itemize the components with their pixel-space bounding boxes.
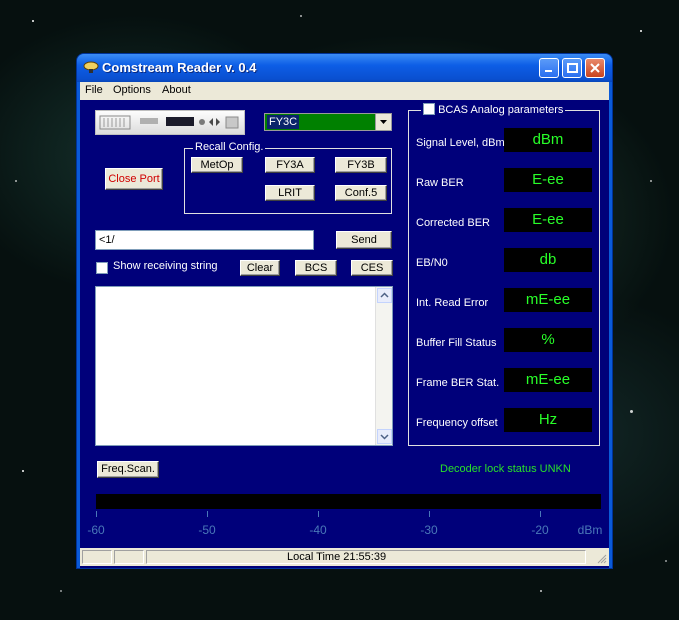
close-icon bbox=[590, 63, 600, 73]
corrected-ber-value: E-ee bbox=[504, 208, 592, 232]
scale-tick bbox=[540, 511, 541, 517]
maximize-button[interactable] bbox=[562, 58, 582, 78]
satellite-select[interactable]: FY3C bbox=[264, 113, 392, 131]
bcas-checkbox[interactable] bbox=[423, 103, 435, 116]
show-receiving-label: Show receiving string bbox=[113, 260, 218, 272]
scale-label-minus20: -20 bbox=[531, 523, 549, 537]
bcs-button[interactable]: BCS bbox=[295, 260, 337, 276]
scale-label-minus50: -50 bbox=[198, 523, 216, 537]
receiver-device-image bbox=[95, 110, 245, 135]
chevron-up-icon bbox=[380, 292, 389, 298]
frame-ber-value: mE-ee bbox=[504, 368, 592, 392]
vertical-scrollbar[interactable] bbox=[375, 287, 392, 445]
recall-fy3a-button[interactable]: FY3A bbox=[265, 157, 315, 173]
show-receiving-checkbox[interactable] bbox=[96, 262, 108, 274]
chevron-down-icon bbox=[380, 434, 389, 440]
buffer-fill-value: % bbox=[504, 328, 592, 352]
recall-config-label: Recall Config. bbox=[193, 141, 266, 153]
maximize-icon bbox=[567, 63, 578, 73]
buffer-fill-label: Buffer Fill Status bbox=[416, 337, 497, 349]
minimize-button[interactable] bbox=[539, 58, 559, 78]
raw-ber-value: E-ee bbox=[504, 168, 592, 192]
ces-button[interactable]: CES bbox=[351, 260, 393, 276]
bcas-label: BCAS Analog parameters bbox=[438, 104, 564, 116]
frequency-offset-value: Hz bbox=[504, 408, 592, 432]
frequency-offset-label: Frequency offset bbox=[416, 417, 498, 429]
scale-label-minus60: -60 bbox=[87, 523, 105, 537]
corrected-ber-label: Corrected BER bbox=[416, 217, 490, 229]
scale-label-minus30: -30 bbox=[420, 523, 438, 537]
receiver-front-panel-icon bbox=[99, 115, 239, 130]
command-input[interactable] bbox=[95, 230, 314, 250]
status-time-panel: Local Time 21:55:39 bbox=[146, 550, 586, 564]
recall-conf5-button[interactable]: Conf.5 bbox=[335, 185, 387, 201]
recall-config-group: Recall Config. MetOp FY3A FY3B LRIT Conf… bbox=[184, 141, 392, 214]
signal-level-bar bbox=[96, 494, 601, 509]
app-window: Comstream Reader v. 0.4 File Options Abo… bbox=[77, 54, 612, 568]
scale-tick bbox=[96, 511, 97, 517]
status-panel bbox=[82, 550, 112, 564]
receive-log-memo[interactable] bbox=[95, 286, 393, 446]
bcas-header: BCAS Analog parameters bbox=[421, 103, 566, 118]
decoder-lock-status: Decoder lock status UNKN bbox=[440, 463, 571, 475]
freq-scan-button[interactable]: Freq.Scan. bbox=[97, 461, 159, 478]
ebn0-value: db bbox=[504, 248, 592, 272]
local-time: Local Time 21:55:39 bbox=[287, 551, 387, 563]
int-read-error-value: mE-ee bbox=[504, 288, 592, 312]
scroll-down-button[interactable] bbox=[377, 429, 392, 444]
recall-fy3b-button[interactable]: FY3B bbox=[335, 157, 387, 173]
int-read-error-label: Int. Read Error bbox=[416, 297, 489, 309]
dropdown-arrow[interactable] bbox=[375, 114, 391, 130]
menu-about[interactable]: About bbox=[162, 84, 191, 96]
bcas-group: BCAS Analog parameters bbox=[408, 103, 600, 446]
scale-label-minus40: -40 bbox=[309, 523, 327, 537]
frame-ber-label: Frame BER Stat. bbox=[416, 377, 500, 389]
scroll-up-button[interactable] bbox=[377, 288, 392, 303]
satellite-dish-icon bbox=[83, 61, 99, 73]
recall-lrit-button[interactable]: LRIT bbox=[265, 185, 315, 201]
raw-ber-label: Raw BER bbox=[416, 177, 464, 189]
satellite-select-value: FY3C bbox=[267, 115, 300, 129]
ebn0-label: EB/N0 bbox=[416, 257, 448, 269]
scale-tick bbox=[318, 511, 319, 517]
window-title: Comstream Reader v. 0.4 bbox=[102, 60, 257, 75]
signal-level-value: dBm bbox=[504, 128, 592, 152]
title-bar[interactable]: Comstream Reader v. 0.4 bbox=[77, 54, 612, 82]
send-button[interactable]: Send bbox=[336, 231, 392, 249]
close-window-button[interactable] bbox=[585, 58, 605, 78]
status-panel bbox=[114, 550, 144, 564]
menu-bar: File Options About bbox=[80, 82, 609, 100]
recall-metop-button[interactable]: MetOp bbox=[191, 157, 243, 173]
scale-tick bbox=[207, 511, 208, 517]
scale-tick bbox=[429, 511, 430, 517]
menu-file[interactable]: File bbox=[85, 84, 103, 96]
status-bar: Local Time 21:55:39 bbox=[80, 548, 609, 566]
clear-button[interactable]: Clear bbox=[240, 260, 280, 276]
menu-options[interactable]: Options bbox=[113, 84, 151, 96]
chevron-down-icon bbox=[380, 120, 387, 124]
scale-unit-label: dBm bbox=[577, 523, 603, 537]
client-area: FY3C Close Port Recall Config. MetOp FY3… bbox=[80, 100, 609, 568]
minimize-icon bbox=[545, 70, 552, 72]
close-port-button[interactable]: Close Port bbox=[105, 168, 163, 190]
resize-grip-icon[interactable] bbox=[595, 552, 607, 564]
signal-level-label: Signal Level, dBm bbox=[416, 137, 505, 149]
